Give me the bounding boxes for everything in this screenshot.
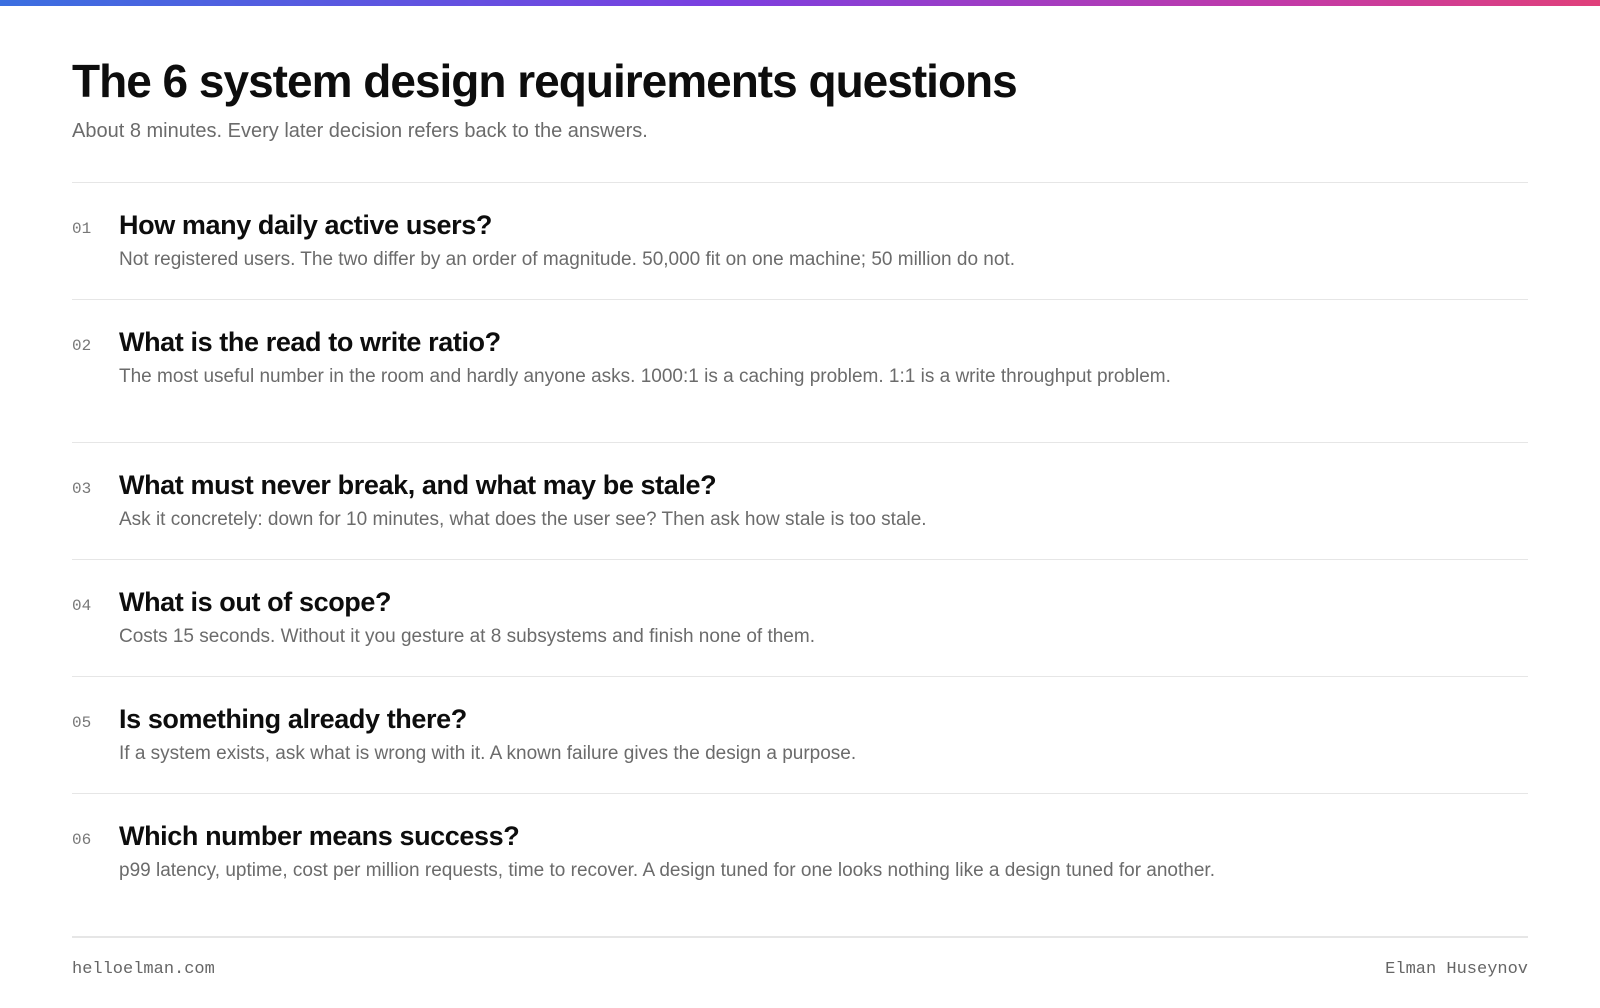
question-number: 04 <box>72 597 92 615</box>
question-item: 04 What is out of scope? Costs 15 second… <box>72 560 1528 677</box>
question-title: What is the read to write ratio? <box>119 327 501 357</box>
page-subtitle: About 8 minutes. Every later decision re… <box>72 120 648 142</box>
question-body: What is out of scope? Costs 15 seconds. … <box>119 586 1219 650</box>
question-body: What is the read to write ratio? The mos… <box>119 326 1219 390</box>
question-item: 02 What is the read to write ratio? The … <box>72 300 1528 443</box>
footer-author: Elman Huseynov <box>1385 960 1528 979</box>
question-description: Ask it concretely: down for 10 minutes, … <box>119 509 927 530</box>
question-title: Is something already there? <box>119 704 467 734</box>
question-title: Which number means success? <box>119 821 520 851</box>
question-title: What is out of scope? <box>119 587 392 617</box>
question-number: 06 <box>72 831 92 849</box>
accent-gradient-bar <box>0 0 1600 6</box>
question-number: 01 <box>72 220 92 238</box>
question-description: Costs 15 seconds. Without it you gesture… <box>119 626 815 647</box>
question-body: What must never break, and what may be s… <box>119 469 1219 533</box>
question-item: 01 How many daily active users? Not regi… <box>72 183 1528 300</box>
question-title: How many daily active users? <box>119 210 492 240</box>
question-description: Not registered users. The two differ by … <box>119 249 1015 270</box>
question-item: 06 Which number means success? p99 laten… <box>72 794 1528 937</box>
page-title: The 6 system design requirements questio… <box>72 55 1018 107</box>
question-body: How many daily active users? Not registe… <box>119 209 1219 273</box>
question-description: p99 latency, uptime, cost per million re… <box>119 860 1215 881</box>
question-number: 03 <box>72 480 92 498</box>
footer: helloelman.com Elman Huseynov <box>72 936 1528 979</box>
question-number: 05 <box>72 714 92 732</box>
question-body: Which number means success? p99 latency,… <box>119 820 1219 884</box>
question-number: 02 <box>72 337 92 355</box>
questions-list: 01 How many daily active users? Not regi… <box>72 182 1528 937</box>
question-body: Is something already there? If a system … <box>119 703 1219 767</box>
question-description: If a system exists, ask what is wrong wi… <box>119 743 857 764</box>
question-item: 05 Is something already there? If a syst… <box>72 677 1528 794</box>
question-item: 03 What must never break, and what may b… <box>72 443 1528 560</box>
question-title: What must never break, and what may be s… <box>119 470 717 500</box>
question-description: The most useful number in the room and h… <box>119 366 1171 387</box>
footer-website: helloelman.com <box>72 960 215 979</box>
